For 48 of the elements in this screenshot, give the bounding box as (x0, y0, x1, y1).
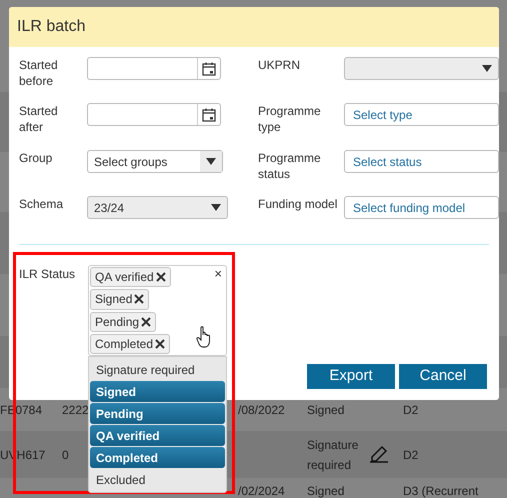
date-field[interactable] (87, 103, 221, 126)
dialog-button[interactable]: Export (307, 364, 395, 389)
picker-field[interactable]: Select type (344, 103, 499, 126)
dropdown-option[interactable]: Signature required (90, 359, 225, 380)
table-cell-text: Signature required (307, 436, 360, 474)
table-cell-text: /02/2024 (238, 483, 285, 498)
table-cell-text: /08/2022 (238, 402, 285, 418)
field-label: Schema (19, 196, 64, 213)
field-label: UKPRN (258, 57, 302, 74)
clear-button[interactable]: × (214, 267, 222, 281)
date-field[interactable] (87, 57, 221, 80)
remove-icon[interactable] (155, 338, 166, 349)
dropdown-option[interactable]: Pending (90, 403, 225, 424)
field-label: Programme type (258, 103, 322, 136)
dialog-button[interactable]: Cancel (399, 364, 487, 389)
picker-field[interactable]: Select status (344, 150, 499, 173)
remove-icon[interactable] (156, 272, 166, 282)
table-cell-text: 2222 (62, 402, 89, 418)
remove-icon[interactable] (134, 294, 144, 304)
dropdown-option[interactable]: QA verified (90, 425, 225, 446)
dialog-title: ILR batch (17, 17, 86, 37)
table-cell-text: D2 (403, 402, 418, 418)
tag-chip: QA verified (90, 267, 171, 288)
calendar-icon[interactable] (202, 62, 216, 76)
field-label: Programme status (258, 150, 322, 183)
dropdown-option[interactable]: Completed (90, 447, 225, 468)
field-label: Group (19, 150, 54, 167)
table-cell-text: Signed (307, 483, 344, 498)
tag-chip: Completed (90, 334, 170, 354)
field-label: Funding model (258, 196, 338, 213)
dropdown-option[interactable]: Excluded (90, 469, 225, 490)
remove-icon[interactable] (141, 316, 152, 327)
hand-cursor-icon (196, 326, 212, 348)
select-field[interactable]: Select groups (87, 150, 223, 173)
picker-field[interactable]: Select funding model (344, 196, 499, 219)
table-cell-text: D2 (403, 446, 418, 464)
field-label: Started after (19, 103, 59, 136)
caret-icon (206, 158, 216, 165)
table-cell-text: Signed (307, 402, 344, 418)
caret-icon (482, 65, 492, 72)
tag-chip: Pending (90, 312, 156, 332)
field-label: Started before (19, 57, 59, 90)
dropdown-option[interactable]: Signed (90, 381, 225, 402)
table-cell-text: 0 (62, 446, 69, 464)
calendar-icon[interactable] (202, 108, 216, 122)
tag-chip: Signed (90, 289, 150, 310)
field-label: ILR Status (19, 266, 76, 283)
table-cell-text: D3 (Recurrent (403, 483, 478, 498)
